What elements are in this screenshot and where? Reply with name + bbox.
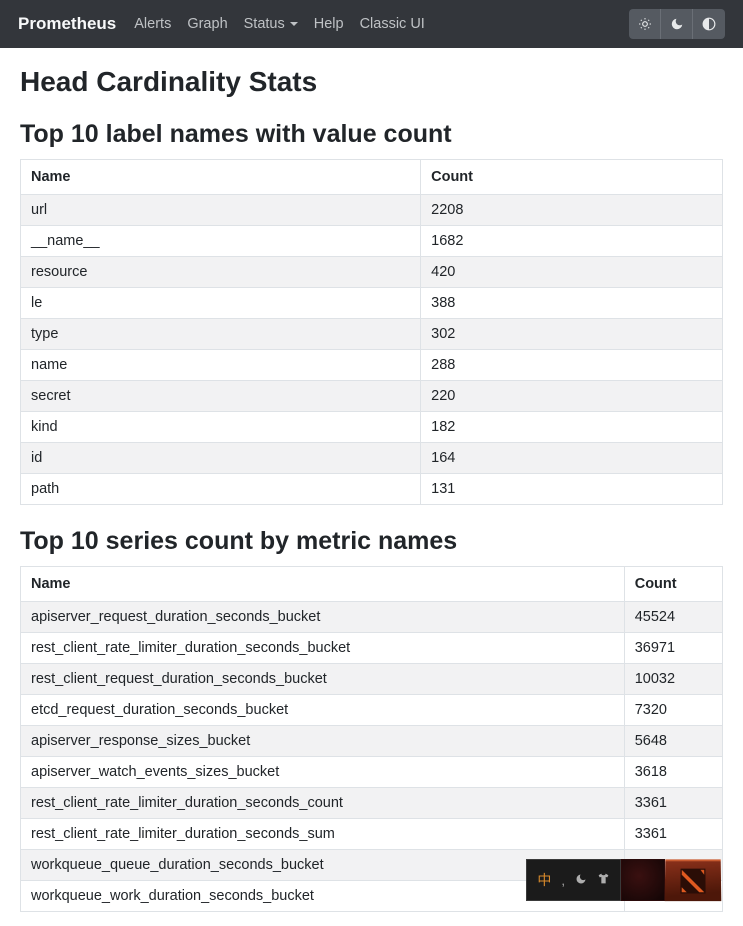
cell-name: secret — [21, 381, 421, 412]
theme-auto-button[interactable] — [693, 9, 725, 39]
cell-name: rest_client_rate_limiter_duration_second… — [21, 633, 625, 664]
cell-name: id — [21, 443, 421, 474]
cell-count: 7320 — [624, 695, 722, 726]
cell-name: apiserver_response_sizes_bucket — [21, 726, 625, 757]
sun-icon — [638, 17, 652, 31]
table-row: kind182 — [21, 412, 723, 443]
nav-link-graph[interactable]: Graph — [187, 16, 227, 32]
chevron-down-icon — [290, 22, 298, 26]
table-row: url2208 — [21, 195, 723, 226]
cell-name: rest_client_rate_limiter_duration_second… — [21, 788, 625, 819]
cell-count: 3618 — [624, 757, 722, 788]
table-row: name288 — [21, 350, 723, 381]
col-header-count: Count — [624, 567, 722, 602]
table-row: apiserver_response_sizes_bucket5648 — [21, 726, 723, 757]
cell-name: name — [21, 350, 421, 381]
section-title-label-names: Top 10 label names with value count — [20, 120, 723, 149]
shirt-icon — [597, 872, 610, 888]
cell-name: kind — [21, 412, 421, 443]
cell-count: 36971 — [624, 633, 722, 664]
cell-count: 388 — [421, 288, 723, 319]
table-row: etcd_request_duration_seconds_bucket7320 — [21, 695, 723, 726]
cell-name: le — [21, 288, 421, 319]
cell-name: rest_client_rate_limiter_duration_second… — [21, 819, 625, 850]
cell-count: 164 — [421, 443, 723, 474]
moon-icon — [670, 17, 684, 31]
table-row: __name__1682 — [21, 226, 723, 257]
theme-switcher — [629, 9, 725, 39]
table-row: le388 — [21, 288, 723, 319]
brand[interactable]: Prometheus — [18, 14, 116, 34]
table-row: type302 — [21, 319, 723, 350]
comma-icon: , — [561, 873, 565, 888]
theme-light-button[interactable] — [629, 9, 661, 39]
col-header-name: Name — [21, 567, 625, 602]
cell-count: 2208 — [421, 195, 723, 226]
cell-name: type — [21, 319, 421, 350]
table-row: apiserver_request_duration_seconds_bucke… — [21, 602, 723, 633]
nav-link-help[interactable]: Help — [314, 16, 344, 32]
nav-link-status-label: Status — [244, 16, 285, 32]
cell-name: apiserver_request_duration_seconds_bucke… — [21, 602, 625, 633]
cell-count: 45524 — [624, 602, 722, 633]
moon-tray-icon — [575, 873, 587, 888]
taskbar-thumbnail[interactable] — [621, 859, 665, 901]
cell-count: 3361 — [624, 819, 722, 850]
cell-name: url — [21, 195, 421, 226]
taskbar-overlay: 中 , — [526, 859, 721, 901]
table-row: rest_client_rate_limiter_duration_second… — [21, 633, 723, 664]
cell-count: 10032 — [624, 664, 722, 695]
cell-name: rest_client_request_duration_seconds_buc… — [21, 664, 625, 695]
page-title: Head Cardinality Stats — [20, 66, 723, 98]
table-row: path131 — [21, 474, 723, 505]
cell-name: apiserver_watch_events_sizes_bucket — [21, 757, 625, 788]
table-row: resource420 — [21, 257, 723, 288]
cell-name: path — [21, 474, 421, 505]
table-row: apiserver_watch_events_sizes_bucket3618 — [21, 757, 723, 788]
cell-count: 3361 — [624, 788, 722, 819]
ime-indicator[interactable]: 中 — [537, 870, 551, 890]
theme-dark-button[interactable] — [661, 9, 693, 39]
taskbar-tray[interactable]: 中 , — [526, 859, 621, 901]
cell-count: 182 — [421, 412, 723, 443]
cell-count: 5648 — [624, 726, 722, 757]
table-row: secret220 — [21, 381, 723, 412]
nav-link-alerts[interactable]: Alerts — [134, 16, 171, 32]
cell-name: etcd_request_duration_seconds_bucket — [21, 695, 625, 726]
main-content: Head Cardinality Stats Top 10 label name… — [0, 48, 743, 926]
table-row: id164 — [21, 443, 723, 474]
nav-link-status[interactable]: Status — [244, 16, 298, 32]
cell-count: 220 — [421, 381, 723, 412]
cell-count: 420 — [421, 257, 723, 288]
table-row: rest_client_rate_limiter_duration_second… — [21, 788, 723, 819]
cell-count: 1682 — [421, 226, 723, 257]
col-header-name: Name — [21, 160, 421, 195]
dota-icon — [678, 866, 708, 896]
table-label-names: Name Count url2208__name__1682resource42… — [20, 159, 723, 505]
cell-count: 288 — [421, 350, 723, 381]
cell-count: 131 — [421, 474, 723, 505]
cell-count: 302 — [421, 319, 723, 350]
cell-name: resource — [21, 257, 421, 288]
col-header-count: Count — [421, 160, 723, 195]
table-row: rest_client_rate_limiter_duration_second… — [21, 819, 723, 850]
cell-name: __name__ — [21, 226, 421, 257]
nav-link-classic-ui[interactable]: Classic UI — [360, 16, 425, 32]
contrast-icon — [702, 17, 716, 31]
taskbar-app-dota[interactable] — [665, 859, 722, 901]
table-row: rest_client_request_duration_seconds_buc… — [21, 664, 723, 695]
navbar: Prometheus Alerts Graph Status Help Clas… — [0, 0, 743, 48]
section-title-series-metric: Top 10 series count by metric names — [20, 527, 723, 556]
